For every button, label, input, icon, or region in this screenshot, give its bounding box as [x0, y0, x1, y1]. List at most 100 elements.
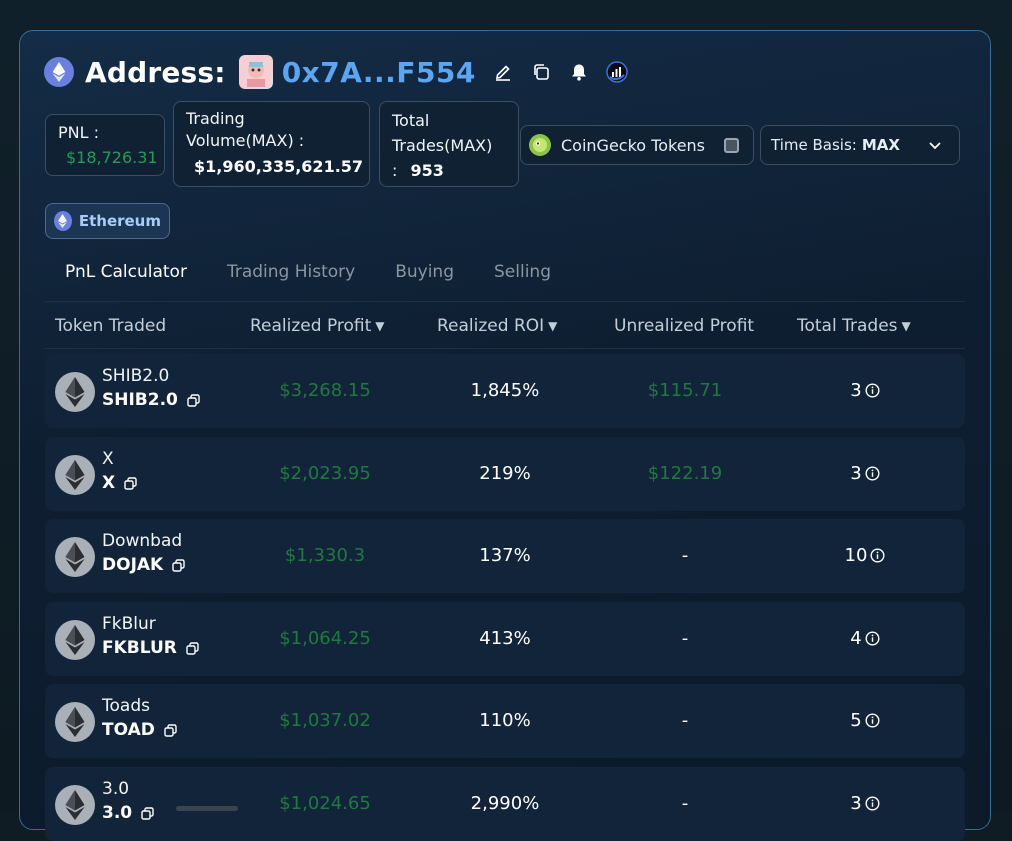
volume-label-line1: Trading: [186, 109, 245, 128]
table-row[interactable]: Downbad DOJAK $1,330.3 137% - 10: [45, 519, 965, 593]
token-name: 3.0: [102, 779, 130, 799]
token-symbol-text: TOAD: [102, 720, 155, 740]
table-row[interactable]: Toads TOAD $1,037.02 110% - 5: [45, 684, 965, 758]
trades-stat: Total Trades(MAX) : 953: [379, 101, 519, 187]
address-header: Address: 0x7A...F554: [44, 54, 628, 90]
col-total-trades[interactable]: Total Trades ▼: [797, 316, 911, 336]
tab-trading-history[interactable]: Trading History: [207, 256, 375, 301]
token-symbol-text: SHIB2.0: [102, 390, 178, 410]
total-trades: 4: [775, 628, 955, 649]
token-symbol: FKBLUR: [102, 638, 199, 658]
table-row[interactable]: FkBlur FKBLUR $1,064.25 413% - 4: [45, 602, 965, 676]
copy-icon[interactable]: [141, 806, 154, 820]
col-realized-roi[interactable]: Realized ROI ▼: [437, 316, 557, 336]
token-symbol: DOJAK: [102, 555, 185, 575]
time-basis-select[interactable]: Time Basis: MAX: [760, 125, 960, 165]
realized-roi: 219%: [479, 463, 531, 484]
trades-label-colon: :: [392, 161, 398, 180]
token-symbol: X: [102, 473, 137, 493]
token-name: FkBlur: [102, 614, 156, 634]
token-name: Downbad: [102, 531, 183, 551]
volume-value: $1,960,335,621.57: [194, 157, 364, 176]
col-realized-profit-label: Realized Profit: [250, 316, 372, 336]
ethereum-token-icon: [55, 785, 95, 825]
time-basis-value: MAX: [861, 136, 900, 154]
realized-roi: 1,845%: [470, 380, 540, 401]
pnl-value: $18,726.31: [66, 148, 158, 167]
table-row[interactable]: 3.0 3.0 $1,024.65 2,990% - 3: [45, 767, 965, 841]
table-header: Token Traded Realized Profit ▼ Realized R…: [45, 303, 965, 349]
info-icon[interactable]: [870, 548, 885, 563]
unrealized-profit: -: [681, 710, 689, 731]
trades-label-line2: Trades(MAX): [392, 136, 493, 155]
copy-icon[interactable]: [164, 723, 177, 737]
table-row[interactable]: SHIB2.0 SHIB2.0 $3,268.15 1,845% $115.71…: [45, 354, 965, 428]
horizontal-scrollbar[interactable]: [176, 806, 238, 811]
ethereum-token-icon: [55, 537, 95, 577]
coingecko-label: CoinGecko Tokens: [561, 135, 706, 155]
col-token-traded-label: Token Traded: [55, 316, 167, 336]
unrealized-profit: $122.19: [647, 463, 723, 484]
col-token-traded: Token Traded: [55, 316, 166, 336]
total-trades-value: 5: [850, 710, 862, 731]
edit-icon[interactable]: [492, 61, 514, 83]
address-title: Address:: [85, 55, 226, 89]
realized-profit: $1,037.02: [279, 710, 371, 731]
realized-roi: 110%: [479, 710, 531, 731]
copy-icon[interactable]: [124, 476, 137, 490]
token-symbol-text: DOJAK: [102, 555, 164, 575]
tab-pnl-calculator[interactable]: PnL Calculator: [45, 256, 207, 301]
bell-icon[interactable]: [568, 61, 590, 83]
total-trades: 5: [775, 710, 955, 731]
info-icon[interactable]: [865, 466, 880, 481]
table-row[interactable]: X X $2,023.95 219% $122.19 3: [45, 437, 965, 511]
ethereum-token-icon: [55, 372, 95, 412]
token-name: SHIB2.0: [102, 366, 170, 386]
total-trades-value: 4: [850, 628, 862, 649]
debank-icon[interactable]: [606, 61, 628, 83]
volume-label-line2: Volume(MAX) :: [186, 131, 305, 150]
coingecko-icon: [529, 134, 551, 156]
sort-down-icon: ▼: [901, 319, 911, 333]
copy-icon[interactable]: [187, 393, 200, 407]
token-name: X: [102, 449, 114, 469]
tab-selling[interactable]: Selling: [474, 256, 571, 301]
total-trades: 10: [775, 545, 955, 566]
avatar: [238, 55, 273, 89]
total-trades-value: 10: [844, 545, 868, 566]
total-trades-value: 3: [850, 463, 862, 484]
coingecko-filter[interactable]: CoinGecko Tokens: [520, 125, 754, 165]
copy-icon[interactable]: [172, 558, 185, 572]
total-trades-value: 3: [850, 380, 862, 401]
pnl-stat: PNL : $18,726.31: [45, 114, 165, 176]
volume-stat: Trading Volume(MAX) : $1,960,335,621.57: [173, 101, 370, 187]
info-icon[interactable]: [865, 713, 880, 728]
ethereum-token-icon: [55, 702, 95, 742]
trades-value: 953: [410, 161, 444, 180]
realized-roi: 413%: [479, 628, 531, 649]
ethereum-token-icon: [55, 620, 95, 660]
ethereum-token-icon: [55, 455, 95, 495]
wallet-address[interactable]: 0x7A...F554: [282, 56, 476, 89]
coingecko-checkbox[interactable]: [724, 137, 739, 153]
realized-profit: $3,268.15: [279, 380, 371, 401]
info-icon[interactable]: [865, 631, 880, 646]
token-symbol: TOAD: [102, 720, 177, 740]
copy-icon[interactable]: [186, 641, 199, 655]
col-unrealized-profit-label: Unrealized Profit: [614, 316, 755, 336]
chain-chip-ethereum[interactable]: Ethereum: [45, 203, 170, 239]
sort-down-icon: ▼: [375, 319, 385, 333]
col-unrealized-profit: Unrealized Profit: [614, 316, 754, 336]
tab-buying[interactable]: Buying: [375, 256, 474, 301]
trades-label-line1: Total: [392, 111, 430, 130]
col-realized-profit[interactable]: Realized Profit ▼: [250, 316, 385, 336]
realized-roi: 137%: [479, 545, 531, 566]
tab-bar: PnL Calculator Trading History Buying Se…: [45, 256, 965, 302]
copy-icon[interactable]: [530, 61, 552, 83]
col-total-trades-label: Total Trades: [797, 316, 898, 336]
ethereum-icon: [54, 211, 72, 231]
info-icon[interactable]: [865, 796, 880, 811]
info-icon[interactable]: [865, 383, 880, 398]
token-symbol: 3.0: [102, 803, 154, 823]
sort-down-icon: ▼: [548, 319, 558, 333]
